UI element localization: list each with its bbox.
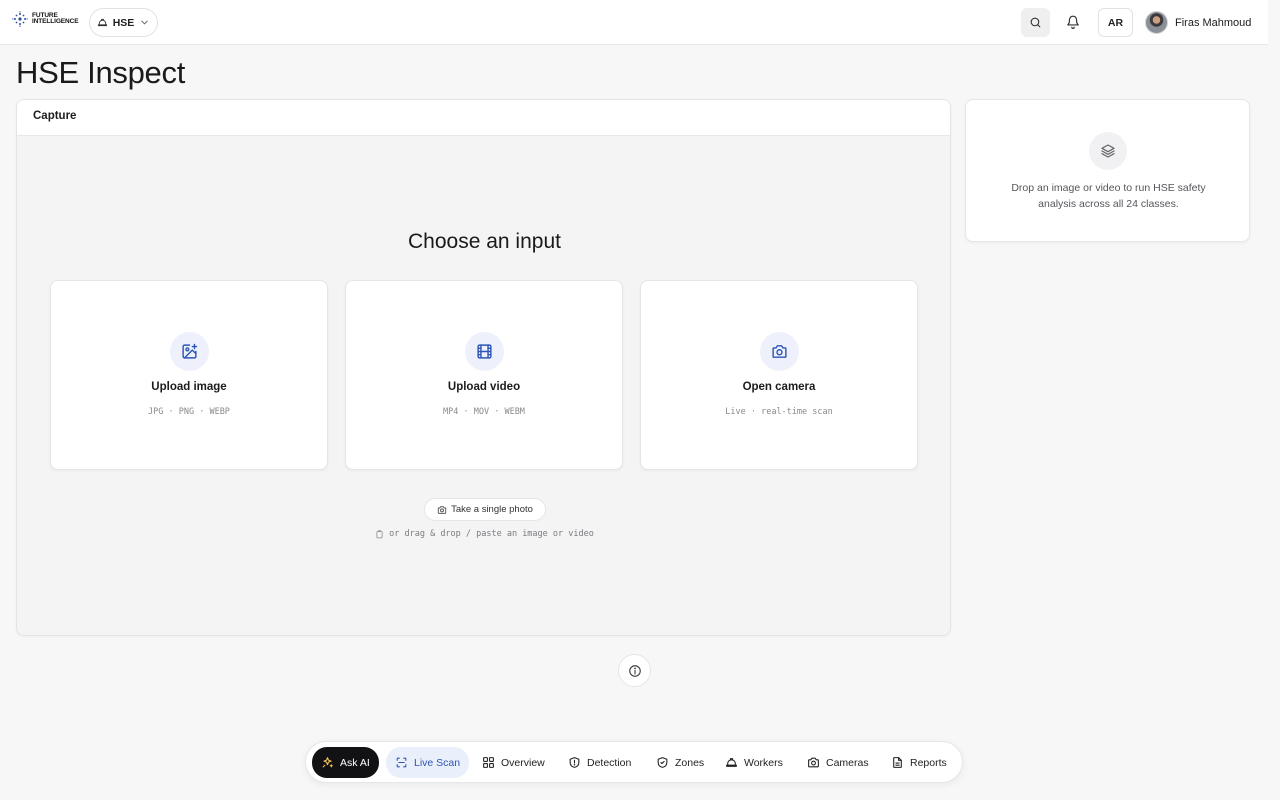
bell-icon [1067, 15, 1079, 29]
info-icon [628, 664, 641, 677]
drag-drop-hint: or drag & drop / paste an image or video [17, 529, 950, 539]
avatar [1145, 11, 1168, 34]
open-camera-card[interactable]: Open camera Live · real-time scan [640, 280, 918, 470]
upload-image-card[interactable]: Upload image JPG · PNG · WEBP [50, 280, 328, 470]
top-bar: FUTURE INTELLIGENCE HSE AR Firas Mahmoud [0, 0, 1268, 45]
nav-reports[interactable]: Reports [882, 747, 956, 778]
upload-image-title: Upload image [151, 381, 227, 393]
capture-panel: Capture Choose an input Upload image JPG… [16, 99, 951, 636]
open-camera-subtitle: Live · real-time scan [725, 407, 833, 417]
drag-drop-hint-text: or drag & drop / paste an image or video [389, 529, 594, 539]
chevron-down-icon [141, 20, 149, 25]
nav-overview-label: Overview [501, 756, 545, 769]
upload-video-card[interactable]: Upload video MP4 · MOV · WEBM [345, 280, 623, 470]
info-button[interactable] [618, 654, 651, 687]
take-single-photo-label: Take a single photo [451, 504, 533, 515]
notifications-button[interactable] [1061, 9, 1085, 35]
user-menu[interactable]: Firas Mahmoud [1145, 11, 1251, 34]
nav-workers[interactable]: Workers [716, 747, 792, 778]
nav-zones-label: Zones [675, 756, 705, 769]
workspace-selector[interactable]: HSE [89, 8, 158, 37]
choose-input-heading: Choose an input [408, 230, 561, 253]
upload-image-formats: JPG · PNG · WEBP [148, 407, 230, 417]
film-icon [477, 344, 492, 359]
logo-line-2: INTELLIGENCE [32, 18, 79, 25]
camera-icon [437, 505, 447, 514]
nav-workers-label: Workers [744, 756, 783, 769]
open-camera-title: Open camera [742, 381, 816, 393]
upload-video-formats: MP4 · MOV · WEBM [443, 407, 525, 417]
hardhat-icon [726, 758, 737, 767]
nav-ask-ai-label: Ask AI [340, 756, 370, 769]
bottom-navigation: Ask AI Live Scan Overview Detection Zone… [305, 741, 963, 783]
sparkle-icon [322, 757, 333, 768]
shield-icon [569, 757, 580, 768]
search-icon [1030, 17, 1041, 28]
search-button[interactable] [1021, 8, 1050, 37]
scan-icon [396, 757, 407, 768]
nav-detection[interactable]: Detection [559, 747, 640, 778]
nav-zones[interactable]: Zones [647, 747, 713, 778]
page-title: HSE Inspect [16, 55, 186, 90]
analysis-info-card: Drop an image or video to run HSE safety… [965, 99, 1250, 242]
nav-cameras-label: Cameras [826, 756, 869, 769]
clipboard-icon [376, 529, 383, 538]
image-plus-icon [182, 343, 198, 359]
shield-check-icon [657, 757, 668, 768]
language-toggle[interactable]: AR [1098, 8, 1133, 37]
nav-overview[interactable]: Overview [473, 747, 554, 778]
grid-icon [483, 757, 494, 768]
hardhat-icon [97, 18, 107, 27]
take-single-photo-button[interactable]: Take a single photo [424, 498, 546, 521]
nav-cameras[interactable]: Cameras [798, 747, 878, 778]
nav-live-scan-label: Live Scan [414, 756, 461, 769]
upload-video-title: Upload video [447, 381, 521, 393]
analysis-info-text: Drop an image or video to run HSE safety… [1011, 182, 1206, 210]
nav-ask-ai[interactable]: Ask AI [312, 747, 379, 778]
camera-icon [772, 345, 787, 358]
user-name: Firas Mahmoud [1175, 16, 1252, 29]
workspace-label: HSE [112, 16, 135, 29]
document-icon [893, 757, 902, 768]
logo-mark-icon [12, 11, 28, 27]
capture-header: Capture [17, 100, 950, 136]
nav-detection-label: Detection [587, 756, 632, 769]
nav-reports-label: Reports [910, 756, 947, 769]
company-logo[interactable]: FUTURE INTELLIGENCE [12, 11, 79, 27]
nav-live-scan[interactable]: Live Scan [386, 747, 470, 778]
layers-icon [1101, 144, 1115, 158]
camera-icon [808, 757, 819, 768]
